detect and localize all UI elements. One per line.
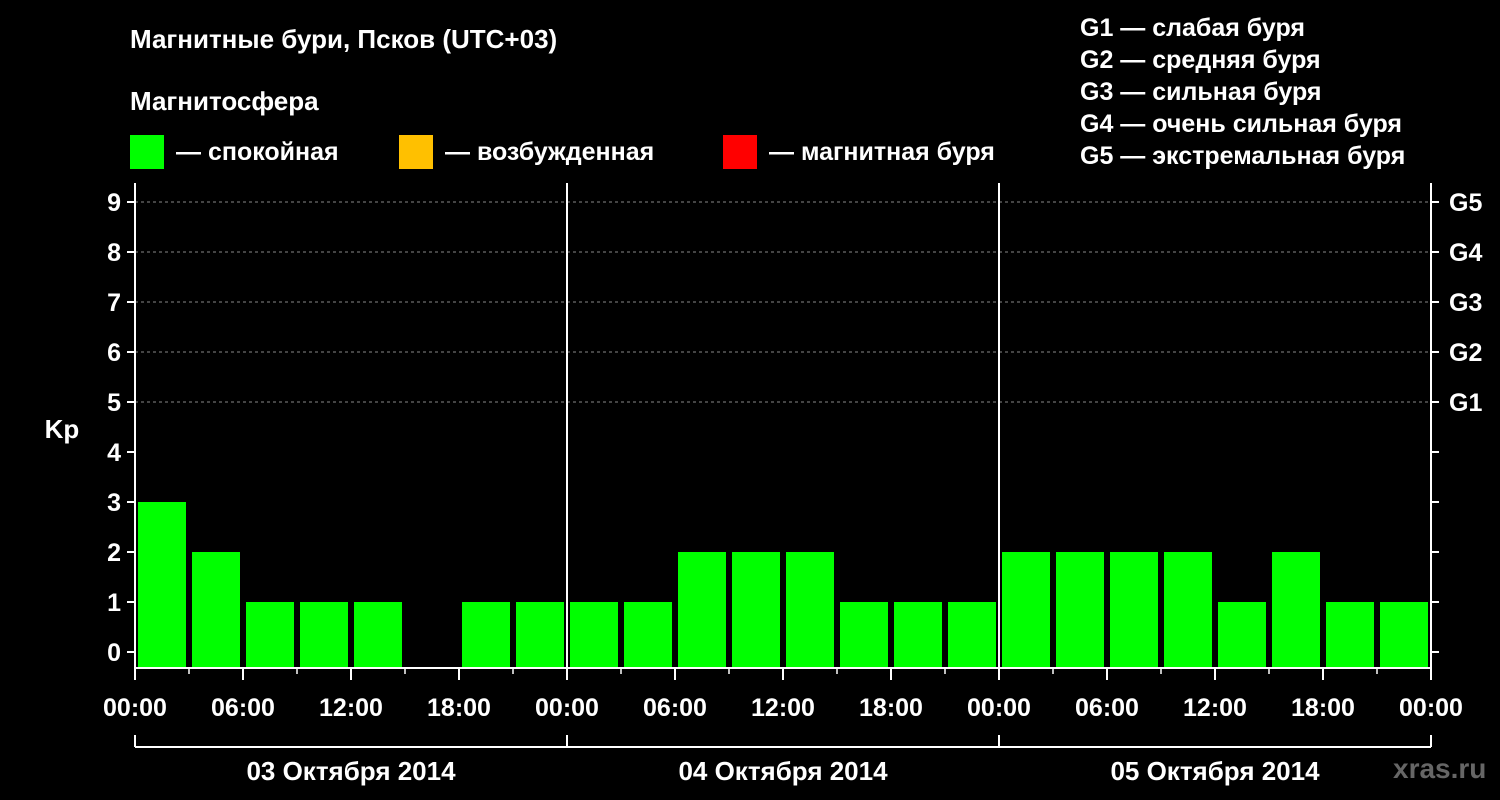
x-tick-label: 18:00 [1291, 694, 1355, 722]
kp-bar [1110, 552, 1158, 668]
kp-bar [1002, 552, 1050, 668]
kp-bar [1380, 602, 1428, 668]
kp-bar [732, 552, 780, 668]
x-tick-label: 00:00 [535, 694, 599, 722]
kp-bar [1272, 552, 1320, 668]
kp-bar [1056, 552, 1104, 668]
kp-bar [840, 602, 888, 668]
kp-bar [1164, 552, 1212, 668]
kp-bar [300, 602, 348, 668]
y-tick-label: 4 [107, 439, 121, 467]
x-tick-label: 06:00 [211, 694, 275, 722]
x-tick-label: 12:00 [751, 694, 815, 722]
kp-bar [678, 552, 726, 668]
y-tick-label: 8 [107, 239, 121, 267]
kp-bar [948, 602, 996, 668]
x-tick-label: 12:00 [319, 694, 383, 722]
y-tick-label: 1 [107, 589, 121, 617]
y-axis-label: Kp [45, 414, 80, 444]
kp-bar [246, 602, 294, 668]
y-tick-label: 9 [107, 189, 121, 217]
g-axis-label: G1 [1449, 389, 1482, 417]
day-label: 05 Октября 2014 [1110, 756, 1320, 786]
y-tick-label: 6 [107, 339, 121, 367]
x-tick-label: 12:00 [1183, 694, 1247, 722]
x-tick-label: 00:00 [103, 694, 167, 722]
x-tick-label: 18:00 [859, 694, 923, 722]
day-label: 04 Октября 2014 [678, 756, 888, 786]
x-tick-label: 00:00 [1399, 694, 1463, 722]
g-axis-label: G3 [1449, 289, 1482, 317]
g-axis-label: G2 [1449, 339, 1482, 367]
kp-bar [354, 602, 402, 668]
y-tick-label: 2 [107, 539, 121, 567]
kp-bar [1218, 602, 1266, 668]
y-tick-label: 0 [107, 639, 121, 667]
day-label: 03 Октября 2014 [246, 756, 456, 786]
x-tick-label: 18:00 [427, 694, 491, 722]
x-tick-label: 00:00 [967, 694, 1031, 722]
kp-bar-chart: 0 1 2 3 4 5 6 7 8 9 G1 G2 G3 G4 G5 Kp 00:00 06:00 12:00 18:… [45, 183, 1482, 786]
g-axis-label: G5 [1449, 189, 1482, 217]
y-tick-label: 3 [107, 489, 121, 517]
kp-bar [624, 602, 672, 668]
g-axis-label: G4 [1449, 239, 1482, 267]
kp-bar [786, 552, 834, 668]
kp-bar [138, 502, 186, 668]
kp-bar [894, 602, 942, 668]
kp-bar [570, 602, 618, 668]
x-tick-label: 06:00 [643, 694, 707, 722]
x-tick-label: 06:00 [1075, 694, 1139, 722]
kp-bar [462, 602, 510, 668]
y-tick-label: 5 [107, 389, 121, 417]
kp-bar [1326, 602, 1374, 668]
kp-bar [516, 602, 564, 668]
kp-bar [192, 552, 240, 668]
y-tick-label: 7 [107, 289, 121, 317]
watermark: xras.ru [1393, 753, 1487, 784]
